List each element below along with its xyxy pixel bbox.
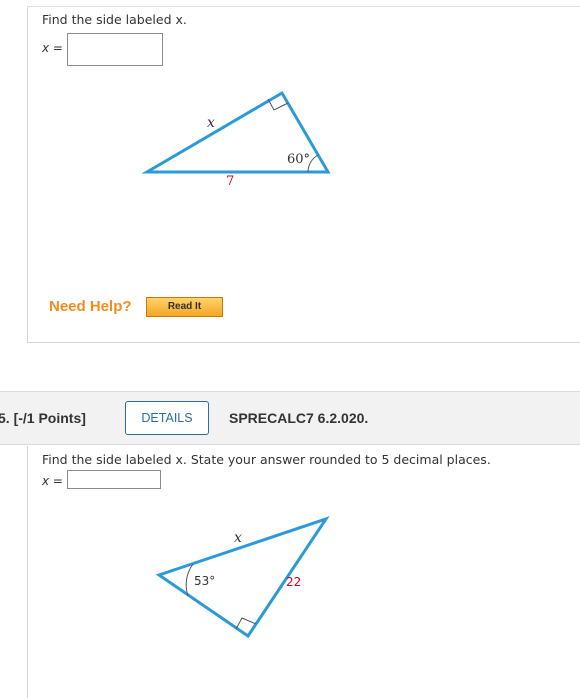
q5-answer-input[interactable] [67, 470, 161, 489]
question-5-header: 5. [-/1 Points] DETAILS SPRECALC7 6.2.02… [0, 391, 580, 445]
q4-side-x-label: x [207, 115, 215, 131]
q4-angle-label: 60° [287, 152, 310, 167]
details-button[interactable]: DETAILS [125, 401, 209, 435]
q5-code: SPRECALC7 6.2.020. [229, 410, 369, 426]
q5-answer-label: x = [42, 474, 63, 488]
q4-side-7-label: 7 [226, 174, 234, 189]
q5-number: 5. [-/1 Points] [0, 410, 86, 426]
q5-prompt: Find the side labeled x. State your answ… [42, 452, 491, 467]
need-help-label: Need Help? [49, 298, 132, 315]
read-it-button[interactable]: Read It [146, 297, 223, 317]
